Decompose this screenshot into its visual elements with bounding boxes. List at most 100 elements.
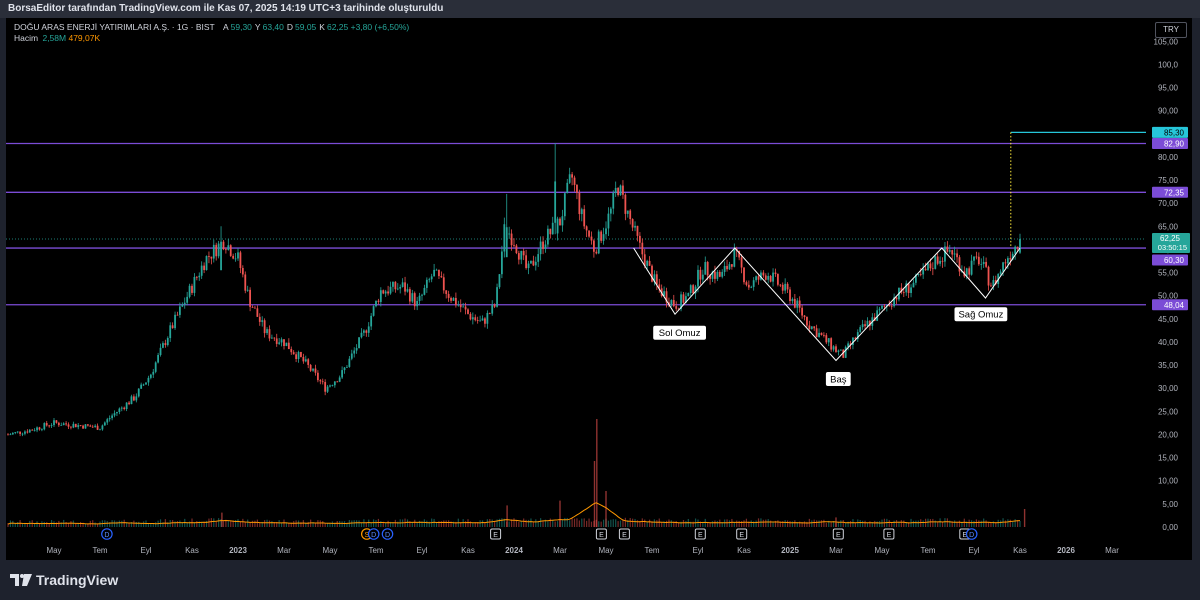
candle-body [62, 423, 65, 426]
candle-body [990, 285, 992, 287]
volume-bar [586, 520, 588, 527]
volume-bar [789, 521, 791, 527]
candle-body [580, 209, 583, 215]
price-chart[interactable]: Sol OmuzBaşSağ Omuz DSDDEEEEEEEED 105,00… [6, 18, 1192, 560]
x-tick-label: 2025 [781, 546, 799, 555]
volume-bar [116, 521, 118, 527]
candle-body [251, 306, 254, 308]
candle-body [394, 281, 397, 290]
candle-body [331, 385, 334, 387]
volume-bar [803, 521, 806, 527]
volume-bar [600, 521, 602, 527]
volume-bar [237, 519, 239, 527]
volume-bar [811, 520, 813, 527]
candle-body [445, 290, 448, 294]
candle-body [338, 377, 341, 382]
volume-bar [1000, 520, 1002, 527]
volume-bar [849, 520, 852, 527]
candle-body [290, 349, 293, 353]
candle-body [747, 284, 750, 288]
volume-bar [99, 521, 101, 527]
candle-body [60, 425, 63, 426]
candle-body [883, 305, 886, 307]
chart-pane[interactable]: Sol Omuz Baş Sağ Omuz DSDDEEEEEEEED 105,00… [6, 18, 1192, 560]
candle-body [254, 307, 256, 309]
candle-body [500, 251, 503, 275]
candle-body [704, 262, 707, 275]
candle-body [433, 269, 436, 277]
candle-body [312, 368, 314, 371]
volume-bar [336, 521, 338, 527]
candle-body [948, 250, 951, 252]
candle-body [159, 347, 162, 355]
volume-bar [820, 520, 823, 527]
volume-bar [682, 519, 685, 527]
candle-body [234, 258, 237, 260]
brand-name: TradingView [36, 572, 119, 588]
volume-bar [878, 521, 881, 527]
candle-body [450, 297, 452, 301]
candle-body [837, 350, 840, 352]
candle-body [1004, 262, 1007, 264]
volume-bar [784, 520, 786, 527]
volume-bar [670, 520, 672, 527]
volume-bar [716, 521, 718, 527]
volume-bar [893, 520, 895, 527]
candle-body [195, 276, 198, 278]
candle-body [28, 429, 31, 433]
candle-body [307, 359, 310, 365]
candle-body [343, 367, 346, 371]
candle-body [718, 271, 721, 277]
volume-bar [607, 520, 610, 527]
volume-bar [518, 521, 520, 527]
tradingview-logo[interactable]: TradingView [10, 572, 118, 588]
volume-bar [581, 518, 583, 527]
volume-bar [84, 523, 87, 527]
volume-bar [358, 520, 360, 527]
candle-body [803, 315, 806, 317]
candle-body [82, 425, 84, 429]
candle-body [813, 326, 816, 329]
candle-body [365, 330, 368, 333]
volume-bar [963, 518, 965, 527]
candle-body [183, 302, 186, 305]
candle-body [297, 351, 300, 360]
volume-bar [685, 521, 687, 527]
candle-body [186, 296, 189, 303]
candle-body [866, 320, 869, 327]
volume-bar [339, 520, 341, 527]
candle-body [714, 271, 716, 279]
candle-body [263, 320, 266, 334]
y-tick-label: 75,00 [1158, 176, 1179, 185]
candle-body [1014, 246, 1017, 254]
volume-bar [665, 520, 668, 527]
candle-body [902, 292, 905, 294]
candle-body [590, 236, 593, 241]
candle-body [123, 407, 126, 410]
candle-body [479, 320, 482, 322]
volume-bar [859, 519, 861, 527]
volume-bar [542, 521, 544, 527]
volume-bar [247, 519, 249, 527]
currency-button[interactable]: TRY [1155, 22, 1187, 38]
candle-body [280, 339, 283, 343]
candle-body [142, 384, 145, 386]
volume-bar [576, 518, 578, 527]
candle-body [554, 181, 557, 223]
candle-body [176, 314, 179, 316]
candle-body [193, 276, 196, 293]
volume-bar [46, 522, 48, 527]
volume-bar [41, 521, 43, 527]
volume-bar [549, 518, 551, 527]
volume-bar [629, 517, 631, 527]
candle-body [999, 271, 1002, 274]
candle-body [730, 264, 733, 267]
event-marker-text: E [887, 532, 892, 539]
candle-body [515, 245, 518, 254]
candle-body [776, 274, 779, 285]
y-tick-label: 30,00 [1158, 384, 1179, 393]
ohlc-value-k: 62,25 [326, 22, 349, 32]
candle-body [578, 192, 581, 215]
candle-body [716, 271, 719, 279]
y-tick-label: 80,00 [1158, 153, 1179, 162]
